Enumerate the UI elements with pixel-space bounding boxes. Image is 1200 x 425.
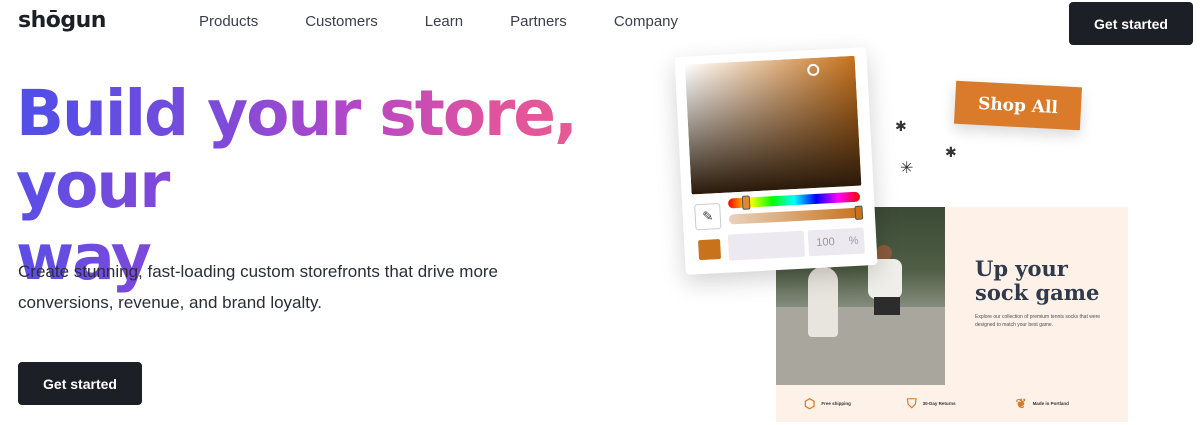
hue-slider-handle[interactable] (741, 195, 751, 210)
sparkle-icon: ✱ (895, 118, 907, 134)
color-swatch (698, 239, 722, 261)
shop-all-button[interactable]: Shop All (953, 80, 1083, 131)
nav-link-company[interactable]: Company (614, 13, 678, 30)
sparkle-icon: ✳ (900, 160, 914, 177)
shogun-logo[interactable]: shōgun (18, 8, 106, 33)
nav-link-customers[interactable]: Customers (305, 13, 378, 30)
nav-link-learn[interactable]: Learn (425, 13, 463, 30)
hero-subtext: Create stunning, fast-loading custom sto… (18, 262, 499, 312)
hex-input[interactable] (727, 230, 806, 261)
box-icon: ⬡ (804, 395, 816, 411)
nav-link-products[interactable]: Products (199, 13, 258, 30)
card-description: Explore our collection of premium tennis… (975, 314, 1101, 328)
alpha-slider-handle[interactable] (854, 205, 864, 220)
nav-links: Products Customers Learn Partners Compan… (199, 13, 725, 30)
saturation-area[interactable] (684, 55, 862, 195)
nav-get-started-button[interactable]: Get started (1069, 2, 1193, 45)
leaf-icon: ❦ (1015, 395, 1027, 411)
nav-link-partners[interactable]: Partners (510, 13, 567, 30)
feature-free-shipping: ⬡ Free shipping (804, 395, 851, 411)
alpha-value: 100 (816, 236, 835, 249)
alpha-unit: % (848, 234, 859, 248)
hero-get-started-button[interactable]: Get started (18, 362, 142, 405)
alpha-slider[interactable] (728, 207, 862, 225)
alpha-input[interactable]: 100 % (807, 227, 865, 257)
sparkle-icon: ✱ (945, 144, 957, 160)
headline-line-1: Build your store, (16, 77, 578, 150)
shield-check-icon: ⛉ (906, 395, 917, 411)
feature-made-in-portland: ❦ Made in Portland (1015, 395, 1069, 411)
feature-row: ⬡ Free shipping ⛉ 30-Day Returns ❦ Made … (776, 385, 1128, 422)
feature-returns: ⛉ 30-Day Returns (906, 395, 956, 411)
top-nav: shōgun Products Customers Learn Partners… (0, 0, 1200, 46)
card-title: Up your sock game (975, 256, 1100, 305)
eyedropper-icon[interactable]: ✎ (694, 202, 722, 231)
color-picker-card: ✎ 100 % (674, 47, 878, 275)
